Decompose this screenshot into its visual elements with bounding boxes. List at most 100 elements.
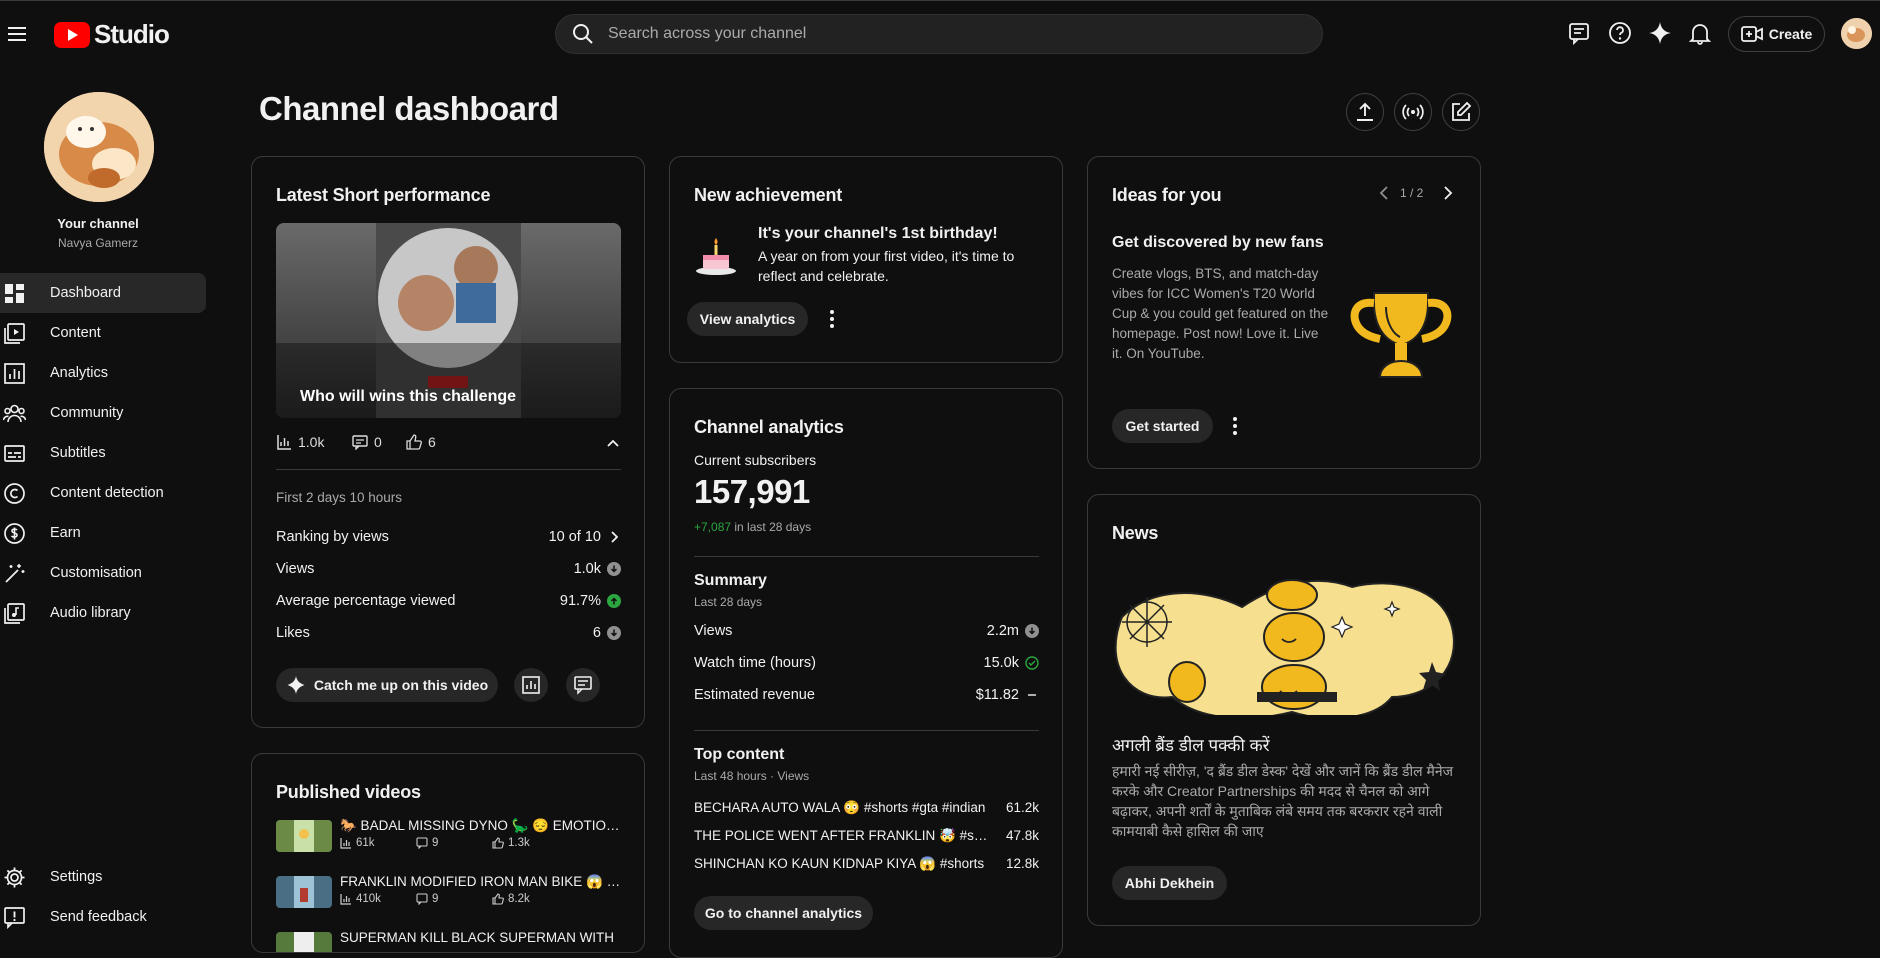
go-to-channel-analytics-button[interactable]: Go to channel analytics — [694, 896, 873, 930]
summary-title: Summary — [694, 572, 767, 589]
sidebar-item-dashboard[interactable]: Dashboard — [0, 273, 206, 313]
sidebar-item-content[interactable]: Content — [0, 313, 206, 353]
sidebar-item-audio-library[interactable]: Audio library — [0, 593, 206, 633]
video-thumbnail[interactable] — [276, 876, 332, 908]
short-analytics-button[interactable] — [514, 668, 548, 702]
copyright-icon — [4, 483, 25, 504]
channel-avatar[interactable] — [44, 92, 154, 202]
achievement-body: A year on from your first video, it's ti… — [758, 248, 1015, 284]
card-title: Channel analytics — [694, 417, 844, 437]
video-thumbnail[interactable] — [276, 932, 332, 952]
chevron-left-icon[interactable] — [1376, 184, 1394, 202]
more-options-icon[interactable] — [1225, 415, 1245, 437]
dollar-icon — [4, 523, 25, 544]
search-input[interactable] — [608, 25, 1208, 43]
dashboard-icon — [5, 284, 24, 303]
sidebar-item-label: Audio library — [50, 605, 131, 621]
sidebar-item-subtitles[interactable]: Subtitles — [0, 433, 206, 473]
get-started-button[interactable]: Get started — [1112, 409, 1213, 443]
music-icon — [4, 603, 25, 624]
content-icon — [4, 323, 25, 344]
page-title: Channel dashboard — [259, 90, 559, 127]
short-thumbnail[interactable]: Who will wins this challenge — [276, 223, 621, 418]
more-options-icon[interactable] — [822, 308, 842, 330]
sidebar-item-community[interactable]: Community — [0, 393, 206, 433]
top-content-row[interactable]: SHINCHAN KO KAUN KIDNAP KIYA 😱 #shorts 12… — [694, 856, 1039, 872]
short-stat-views: 1.0k — [276, 434, 324, 450]
short-comments-button[interactable] — [566, 668, 600, 702]
sidebar-item-send-feedback[interactable]: Send feedback — [0, 897, 206, 937]
collapse-chevron-icon[interactable] — [605, 435, 621, 451]
sidebar-item-customisation[interactable]: Customisation — [0, 553, 206, 593]
menu-icon[interactable] — [4, 21, 30, 47]
short-likes: 6 — [428, 434, 436, 450]
top-bar: Studio Create — [0, 0, 1880, 64]
latest-short-card: Latest Short performance Who will wins t… — [251, 156, 645, 728]
metric-value: 1.0k — [573, 561, 601, 577]
go-live-button[interactable] — [1394, 93, 1432, 131]
news-heading: अगली ब्रैंड डील पक्की करें — [1112, 736, 1270, 755]
sparkle-icon[interactable] — [1647, 20, 1673, 46]
help-icon[interactable] — [1607, 20, 1633, 46]
video-title[interactable]: 🐎 BADAL MISSING DYNO 🦕 😔 EMOTIONAL — [340, 818, 625, 834]
news-body: हमारी नई सीरीज़, 'द ब्रैंड डील डेस्क' दे… — [1112, 763, 1453, 839]
summary-value: 15.0k — [983, 655, 1019, 671]
birthday-cake-icon — [694, 233, 738, 277]
catch-me-up-button[interactable]: Catch me up on this video — [276, 668, 498, 702]
analytics-icon — [4, 363, 25, 384]
sidebar-item-earn[interactable]: Earn — [0, 513, 206, 553]
published-videos-card: Published videos 🐎 BADAL MISSING DYNO 🦕 … — [251, 753, 645, 953]
chevron-right-icon[interactable] — [1438, 184, 1456, 202]
idea-heading: Get discovered by new fans — [1112, 234, 1324, 251]
divider — [276, 469, 621, 470]
comment-icon — [416, 893, 428, 905]
summary-row-views: Views 2.2m — [694, 623, 1039, 639]
divider — [694, 730, 1039, 731]
community-icon — [3, 404, 26, 423]
top-content-row[interactable]: BECHARA AUTO WALA 😳 #shorts #gta #indian… — [694, 800, 1039, 816]
metric-row-ranking[interactable]: Ranking by views 10 of 10 — [276, 529, 621, 545]
sidebar-item-label: Subtitles — [50, 445, 106, 461]
create-post-button[interactable] — [1442, 93, 1480, 131]
account-avatar[interactable] — [1841, 18, 1872, 49]
sidebar-item-settings[interactable]: Settings — [0, 857, 206, 897]
notifications-bell-icon[interactable] — [1687, 20, 1713, 46]
dash-icon — [1028, 694, 1036, 696]
search-bar[interactable] — [555, 14, 1323, 54]
video-thumbnail[interactable] — [276, 820, 332, 852]
short-video-title: Who will wins this challenge — [300, 388, 517, 405]
ideas-pager: 1 / 2 — [1400, 186, 1424, 200]
video-likes: 1.3k — [508, 837, 530, 849]
card-title: Published videos — [276, 782, 421, 802]
video-title[interactable]: FRANKLIN MODIFIED IRON MAN BIKE 😱 #short… — [340, 874, 625, 890]
subscriber-change-suffix: in last 28 days — [731, 520, 812, 534]
video-stats: 61k 9 1.3k — [340, 837, 530, 849]
upload-button[interactable] — [1346, 93, 1384, 131]
create-button[interactable]: Create — [1728, 16, 1825, 52]
abhi-dekhein-button[interactable]: Abhi Dekhein — [1112, 866, 1227, 900]
sidebar-item-content-detection[interactable]: Content detection — [0, 473, 206, 513]
metric-label: Ranking by views — [276, 529, 389, 545]
video-comments: 9 — [432, 893, 439, 905]
thumbs-up-icon — [406, 434, 422, 450]
metric-value: 91.7% — [559, 593, 601, 609]
feedback-comment-icon[interactable] — [1567, 20, 1593, 46]
top-content-row[interactable]: THE POLICE WENT AFTER FRANKLIN 🤯 #shorts… — [694, 828, 1039, 844]
summary-label: Watch time (hours) — [694, 655, 816, 671]
gear-icon — [4, 867, 25, 888]
edit-icon — [1452, 101, 1472, 121]
sidebar-item-analytics[interactable]: Analytics — [0, 353, 206, 393]
achievement-heading: It's your channel's 1st birthday! — [758, 225, 998, 242]
top-content-title: THE POLICE WENT AFTER FRANKLIN 🤯 #shorts — [694, 828, 989, 843]
video-comments: 9 — [432, 837, 439, 849]
sidebar-item-label: Settings — [50, 869, 103, 885]
studio-logo[interactable]: Studio — [54, 19, 170, 50]
sidebar-item-label: Earn — [50, 525, 81, 541]
sidebar-item-label: Send feedback — [50, 909, 147, 925]
short-views: 1.0k — [298, 434, 325, 450]
comment-icon — [352, 435, 368, 450]
metric-label: Likes — [276, 625, 310, 641]
analytics-icon — [522, 676, 540, 694]
channel-name: Navya Gamerz — [57, 236, 139, 250]
view-analytics-button[interactable]: View analytics — [687, 302, 808, 336]
